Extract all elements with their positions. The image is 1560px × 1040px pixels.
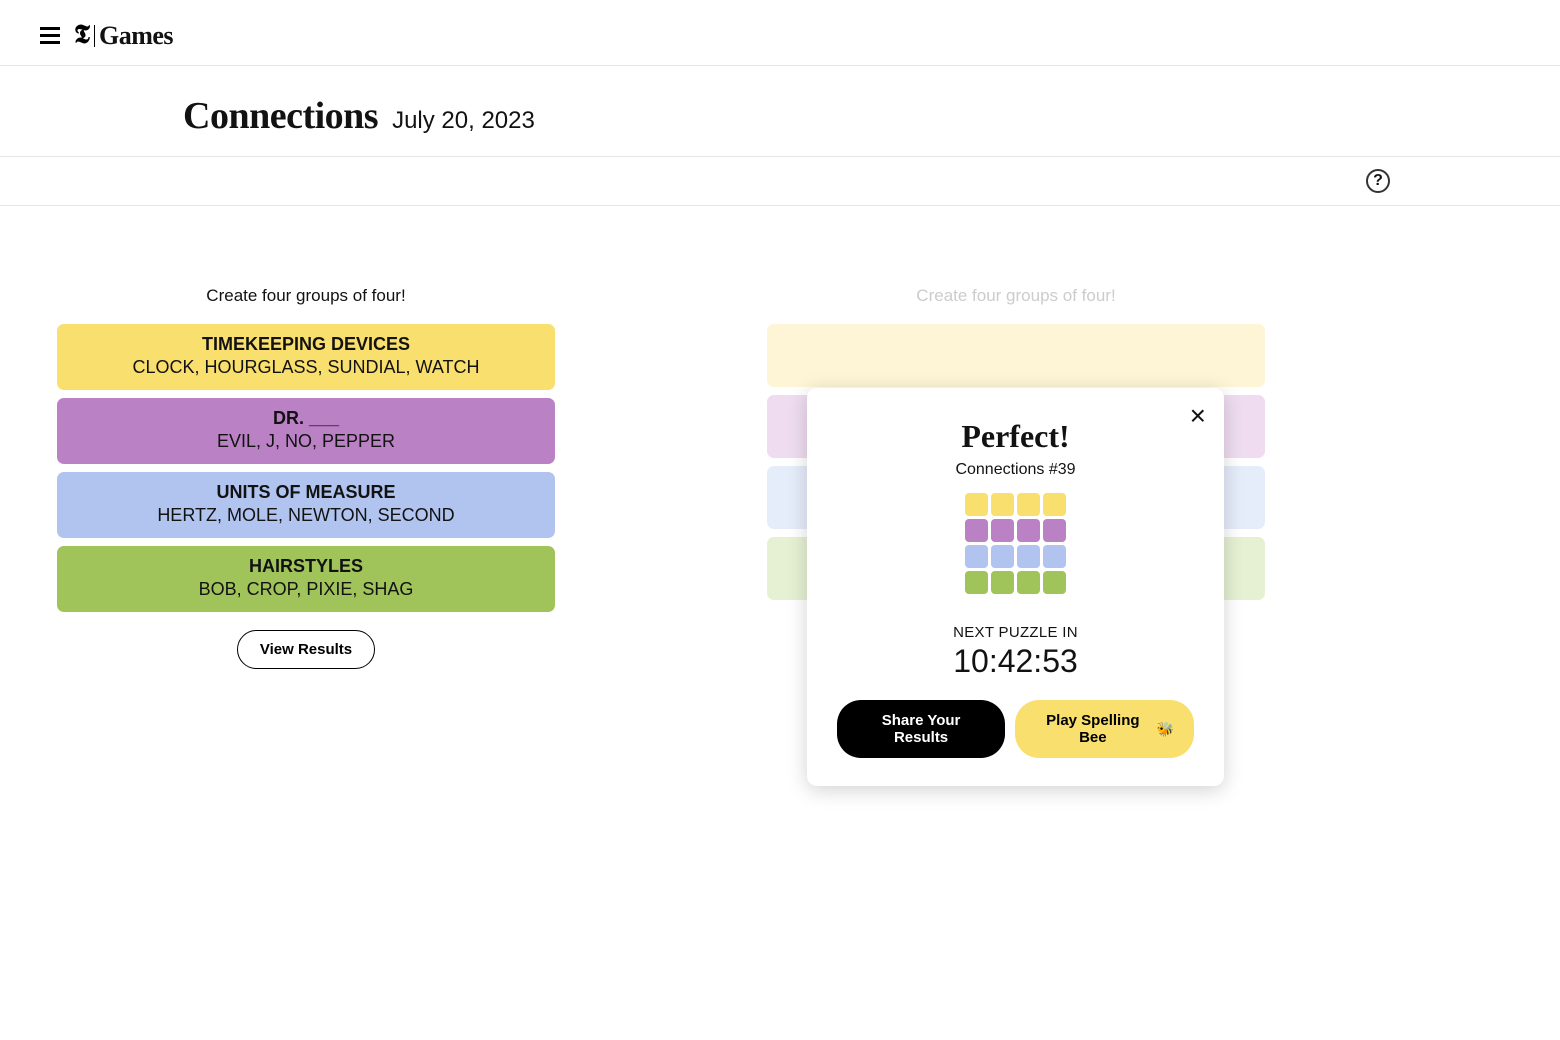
result-cell [965, 571, 988, 594]
result-cell [965, 493, 988, 516]
logo-divider [94, 25, 95, 47]
result-cell [991, 493, 1014, 516]
result-cell [1043, 519, 1066, 542]
result-cell [991, 545, 1014, 568]
group-words: BOB, CROP, PIXIE, SHAG [65, 579, 547, 600]
group-title: HAIRSTYLES [65, 556, 547, 577]
group-title: DR. ___ [65, 408, 547, 429]
instruction-text-faded: Create four groups of four! [767, 286, 1265, 306]
group-yellow: TIMEKEEPING DEVICES CLOCK, HOURGLASS, SU… [57, 324, 555, 390]
play-spelling-bee-button[interactable]: Play Spelling Bee 🐝 [1015, 700, 1194, 758]
menu-icon[interactable] [40, 27, 60, 44]
group-words: CLOCK, HOURGLASS, SUNDIAL, WATCH [65, 357, 547, 378]
group-green: HAIRSTYLES BOB, CROP, PIXIE, SHAG [57, 546, 555, 612]
result-cell [1017, 519, 1040, 542]
nyt-t-icon: 𝕿 [74, 20, 90, 51]
spelling-bee-label: Play Spelling Bee [1035, 712, 1150, 746]
group-title: UNITS OF MEASURE [65, 482, 547, 503]
app-header: 𝕿 Games [0, 0, 1560, 66]
title-bar: Connections July 20, 2023 [0, 66, 1560, 157]
result-row-green [965, 571, 1066, 594]
result-row-blue [965, 545, 1066, 568]
result-cell [1017, 493, 1040, 516]
group-purple: DR. ___ EVIL, J, NO, PEPPER [57, 398, 555, 464]
toolbar: ? [0, 157, 1560, 206]
modal-subtitle: Connections #39 [837, 461, 1194, 479]
result-grid [837, 493, 1194, 594]
bee-icon: 🐝 [1157, 721, 1174, 738]
view-results-button[interactable]: View Results [237, 630, 375, 669]
help-icon[interactable]: ? [1366, 169, 1390, 193]
solved-board: Create four groups of four! TIMEKEEPING … [57, 286, 555, 669]
result-cell [965, 545, 988, 568]
game-title: Connections [183, 94, 378, 138]
group-blue: UNITS OF MEASURE HERTZ, MOLE, NEWTON, SE… [57, 472, 555, 538]
game-date: July 20, 2023 [392, 107, 535, 135]
results-modal: × Perfect! Connections #39 [807, 388, 1224, 786]
next-puzzle-label: NEXT PUZZLE IN [837, 624, 1194, 641]
result-cell [1043, 493, 1066, 516]
close-icon[interactable]: × [1190, 402, 1206, 430]
share-results-button[interactable]: Share Your Results [837, 700, 1005, 758]
result-cell [1017, 545, 1040, 568]
result-row-yellow [965, 493, 1066, 516]
result-cell [1017, 571, 1040, 594]
result-cell [1043, 545, 1066, 568]
result-row-purple [965, 519, 1066, 542]
result-cell [991, 571, 1014, 594]
instruction-text: Create four groups of four! [57, 286, 555, 306]
result-cell [991, 519, 1014, 542]
next-puzzle-timer: 10:42:53 [837, 643, 1194, 680]
result-cell [965, 519, 988, 542]
result-cell [1043, 571, 1066, 594]
modal-heading: Perfect! [837, 418, 1194, 455]
group-words: HERTZ, MOLE, NEWTON, SECOND [65, 505, 547, 526]
group-yellow-faded [767, 324, 1265, 387]
brand-text: Games [99, 21, 173, 51]
group-words: EVIL, J, NO, PEPPER [65, 431, 547, 452]
group-title: TIMEKEEPING DEVICES [65, 334, 547, 355]
nyt-games-logo[interactable]: 𝕿 Games [74, 20, 173, 51]
